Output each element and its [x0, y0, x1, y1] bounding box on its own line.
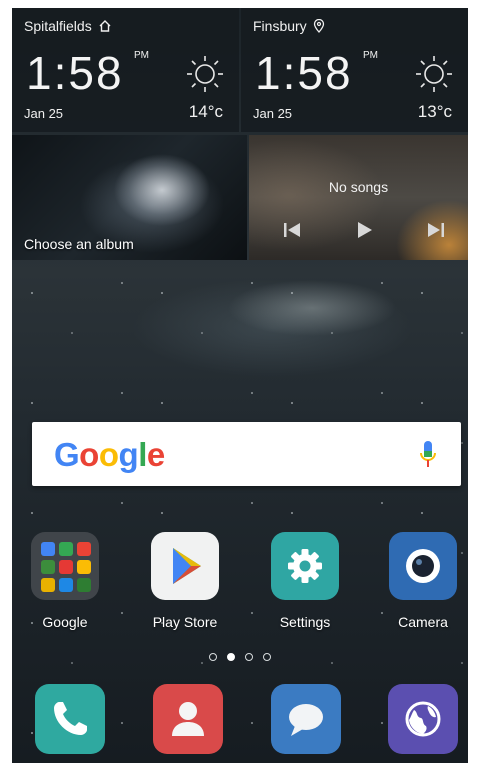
clock-widget-spitalfields[interactable]: Spitalfields 1:58 PM Jan 25 14°c: [12, 8, 239, 132]
music-status: No songs: [328, 179, 389, 195]
clock-ampm: PM: [134, 50, 149, 61]
home-screen: Spitalfields 1:58 PM Jan 25 14°c Finsbur…: [12, 8, 468, 763]
app-label: Settings: [279, 614, 331, 630]
location-pin-icon: [313, 19, 324, 33]
clock-temperature: 14°c: [188, 102, 223, 121]
clock-minutes: 58: [297, 47, 353, 99]
play-store-icon: [151, 532, 219, 600]
google-logo-letter: o: [98, 436, 119, 473]
previous-icon[interactable]: [279, 217, 305, 243]
media-widgets: Choose an album No songs: [12, 135, 468, 260]
clock-time: 1:58: [255, 47, 353, 99]
dock: [12, 684, 468, 756]
clock-minutes: 58: [68, 47, 124, 99]
sun-icon: [416, 56, 452, 92]
app-label: Camera: [398, 614, 448, 630]
clock-temperature: 13°c: [417, 102, 452, 121]
app-google-folder[interactable]: Google: [12, 532, 120, 630]
google-folder-icon: [31, 532, 99, 600]
google-search-bar[interactable]: Google: [32, 422, 461, 486]
clock-time: 1:58: [26, 47, 124, 99]
app-label: Play Store: [152, 614, 218, 630]
gallery-widget[interactable]: Choose an album: [12, 135, 247, 260]
music-controls: [279, 217, 449, 243]
clock-city-name: Finsbury: [253, 18, 307, 34]
clock-date: Jan 25: [253, 106, 293, 121]
app-row: Google Play Store Settings Camera: [12, 532, 468, 642]
page-indicator: [12, 653, 468, 661]
music-widget[interactable]: No songs: [249, 135, 468, 260]
play-icon[interactable]: [351, 217, 377, 243]
settings-icon: [271, 532, 339, 600]
app-label: Google: [42, 614, 88, 630]
messaging-icon[interactable]: [271, 684, 341, 754]
home-icon: [99, 20, 111, 32]
page-dot[interactable]: [245, 653, 253, 661]
app-play-store[interactable]: Play Store: [130, 532, 240, 630]
clock-widget-finsbury[interactable]: Finsbury 1:58 PM Jan 25 13°c: [241, 8, 468, 132]
clock-city: Spitalfields: [24, 18, 112, 34]
page-dot-active[interactable]: [227, 653, 235, 661]
phone-icon[interactable]: [35, 684, 105, 754]
clock-hours: 1: [255, 47, 283, 99]
clock-widgets: Spitalfields 1:58 PM Jan 25 14°c Finsbur…: [12, 8, 468, 132]
app-settings[interactable]: Settings: [250, 532, 360, 630]
gallery-label: Choose an album: [24, 236, 134, 252]
google-logo-letter: G: [54, 436, 80, 473]
clock-city: Finsbury: [253, 18, 325, 34]
google-logo-letter: o: [79, 436, 99, 473]
sun-icon: [187, 56, 223, 92]
clock-city-name: Spitalfields: [24, 18, 92, 34]
google-logo: Google: [54, 436, 165, 474]
app-camera[interactable]: Camera: [368, 532, 468, 630]
next-icon[interactable]: [423, 217, 449, 243]
microphone-icon[interactable]: [419, 440, 437, 470]
google-logo-letter: e: [146, 436, 165, 473]
clock-date: Jan 25: [24, 106, 64, 121]
page-dot[interactable]: [209, 653, 217, 661]
clock-ampm: PM: [363, 50, 378, 61]
google-logo-letter: g: [118, 436, 139, 473]
google-logo-letter: l: [138, 436, 147, 473]
camera-icon: [389, 532, 457, 600]
clock-hours: 1: [26, 47, 54, 99]
contacts-icon[interactable]: [153, 684, 223, 754]
browser-icon[interactable]: [388, 684, 458, 754]
page-dot[interactable]: [263, 653, 271, 661]
